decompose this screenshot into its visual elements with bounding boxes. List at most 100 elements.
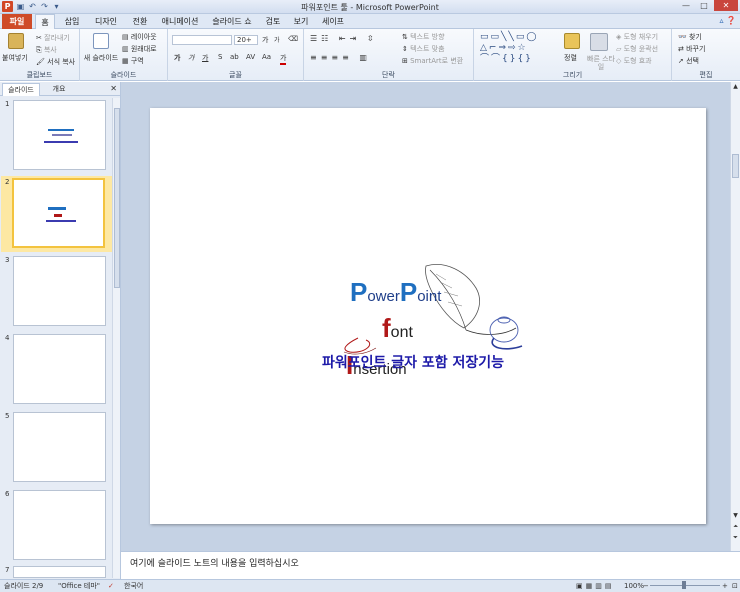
scroll-down-icon[interactable]: ▼ [731,512,740,519]
font-size-input[interactable]: 20+ [234,35,258,45]
panel-scrollbar[interactable] [112,98,120,578]
tab-slideshow[interactable]: 슬라이드 쇼 [208,14,256,29]
clipboard-label: 클립보드 [26,71,53,79]
font-name-input[interactable] [172,35,232,45]
quick-styles-icon[interactable] [590,33,608,51]
tab-design[interactable]: 디자인 [90,14,122,29]
replace-button[interactable]: ⇄ 바꾸기 [678,44,705,54]
paste-icon[interactable] [8,33,24,49]
smartart-button[interactable]: ⊞ SmartArt로 변환 [402,56,463,66]
maximize-button[interactable]: □ [696,0,712,11]
shapes-gallery[interactable]: ▭▭╲╲▭◯ △⌐⇒⇨☆ ⌒⌒{}{} [480,32,556,66]
scroll-thumb[interactable] [114,108,120,288]
shape-outline-button[interactable]: ▱ 도형 윤곽선 [616,44,658,54]
effects-icon: ◇ [616,57,624,65]
notes-placeholder[interactable]: 여기에 슬라이드 노트의 내용을 입력하십시오 [130,556,299,569]
slides-group: 새 슬라이드 ▤ 레이아웃 ▥ 원래대로 ▦ 구역 슬라이드 [80,29,168,81]
font-color-button[interactable]: 가 [280,53,287,65]
select-button[interactable]: ➚ 선택 [678,56,699,66]
slide-thumbnail-2[interactable] [12,178,105,248]
align-text-icon: ⇕ [402,45,411,53]
minimize-button[interactable]: — [678,0,694,11]
tab-transitions[interactable]: 전환 [128,14,152,29]
align-buttons[interactable]: ≡≡≡≡ ▥ [310,53,371,62]
help-icon[interactable]: ▵ ❓ [719,16,736,25]
slide-number: 2 [5,178,10,186]
paste-button[interactable]: 붙여넣기 [2,53,28,63]
clear-format-icon[interactable]: ⌫ [288,35,298,43]
zoom-level[interactable]: 100% [624,580,644,592]
slide-thumbnail-4[interactable] [13,334,106,404]
scroll-thumb[interactable] [732,154,739,178]
tab-animations[interactable]: 애니메이션 [158,14,202,29]
cut-button[interactable]: ✂ 잘라내기 [36,33,70,43]
close-button[interactable]: ✕ [714,0,738,11]
theme-name[interactable]: "Office 테마" [58,580,100,592]
quick-styles-button[interactable]: 빠른 스타일 [586,55,616,71]
slide-thumbnail-3[interactable] [13,256,106,326]
spacing-button[interactable]: AV [246,53,255,61]
tab-review[interactable]: 검토 [262,14,284,29]
bold-button[interactable]: 가 [174,53,180,63]
find-button[interactable]: 👓 찾기 [678,32,702,42]
slide-canvas[interactable]: PowerPoint font Insertion 파워포인트 글자 포함 저장… [150,108,706,524]
arrange-icon[interactable] [564,33,580,49]
tab-file[interactable]: 파일 [2,14,32,29]
slide-number: 1 [5,100,10,108]
language[interactable]: 한국어 [124,580,143,592]
slide-thumbnail-6[interactable] [13,490,106,560]
new-slide-button[interactable]: 새 슬라이드 [83,54,119,62]
layout-icon: ▤ [122,33,131,41]
new-slide-icon[interactable] [93,33,109,49]
reset-icon: ▥ [122,45,131,53]
reset-button[interactable]: ▥ 원래대로 [122,44,157,54]
copy-button[interactable]: ⎘ 복사 [36,45,57,55]
format-painter-button[interactable]: 🖌 서식 복사 [36,57,75,67]
editor-scrollbar[interactable]: ▲ ▼ ⏶ ⏷ [730,82,740,551]
shape-fill-button[interactable]: ◈ 도형 채우기 [616,32,658,42]
status-bar: 슬라이드 2/9 "Office 테마" ✓ 한국어 ▣▦▥▤ 100% − +… [0,579,740,592]
tab-slides[interactable]: 슬라이드 [2,83,40,96]
italic-button[interactable]: 가 [188,53,194,63]
notes-pane[interactable]: 여기에 슬라이드 노트의 내용을 입력하십시오 [121,551,740,579]
tab-outline[interactable]: 개요 [44,83,74,96]
zoom-out-icon[interactable]: − [643,580,649,592]
text-direction-button[interactable]: ⇅ 텍스트 방향 [402,32,445,42]
scroll-up-icon[interactable]: ▲ [731,83,740,90]
title-bar: P ▣ ↶ ↷ ▾ 파워포인트 툴 - Microsoft PowerPoint… [0,0,740,14]
slide-title-line2: font [382,313,413,343]
ribbon-tabs: 파일 홈 삽입 디자인 전환 애니메이션 슬라이드 쇼 검토 보기 세이프 ▵ … [0,14,740,29]
shadow-button[interactable]: ab [230,53,239,61]
slide-title-line1: PowerPoint [350,277,442,307]
zoom-slider-knob[interactable] [682,581,686,589]
layout-button[interactable]: ▤ 레이아웃 [122,32,157,42]
tab-home[interactable]: 홈 [35,14,55,29]
slides-panel: 슬라이드 개요 ✕ 1 2 3 4 5 6 7 [0,82,121,579]
tab-insert[interactable]: 삽입 [60,14,84,29]
strike-button[interactable]: S [218,53,222,61]
spellcheck-icon[interactable]: ✓ [108,580,114,592]
shape-effects-button[interactable]: ◇ 도형 효과 [616,56,652,66]
editing-group: 👓 찾기 ⇄ 바꾸기 ➚ 선택 편집 [672,29,740,81]
next-slide-icon[interactable]: ⏷ [731,534,740,542]
panel-close-icon[interactable]: ✕ [110,84,117,93]
list-buttons[interactable]: ☰☷ ⇤⇥ ⇳ [310,34,378,43]
font-label: 글꼴 [229,71,242,79]
slide-thumbnail-1[interactable] [13,100,106,170]
prev-slide-icon[interactable]: ⏶ [731,523,740,531]
shrink-font-button[interactable]: 가 [274,35,280,44]
fit-slide-icon[interactable]: ⊡ [732,580,738,592]
view-buttons[interactable]: ▣▦▥▤ [576,580,614,592]
underline-button[interactable]: 가 [202,53,208,63]
slide-thumbnail-5[interactable] [13,412,106,482]
change-case-button[interactable]: Aa [262,53,271,61]
drawing-group: ▭▭╲╲▭◯ △⌐⇒⇨☆ ⌒⌒{}{} 정렬 빠른 스타일 ◈ 도형 채우기 ▱ 도… [474,29,672,81]
tab-safe[interactable]: 세이프 [318,14,348,29]
tab-view[interactable]: 보기 [290,14,312,29]
align-text-button[interactable]: ⇕ 텍스트 맞춤 [402,44,445,54]
slide-thumbnail-7[interactable] [13,566,106,578]
section-button[interactable]: ▦ 구역 [122,56,144,66]
grow-font-button[interactable]: 가 [262,35,268,45]
arrange-button[interactable]: 정렬 [564,53,577,63]
zoom-in-icon[interactable]: + [722,580,728,592]
